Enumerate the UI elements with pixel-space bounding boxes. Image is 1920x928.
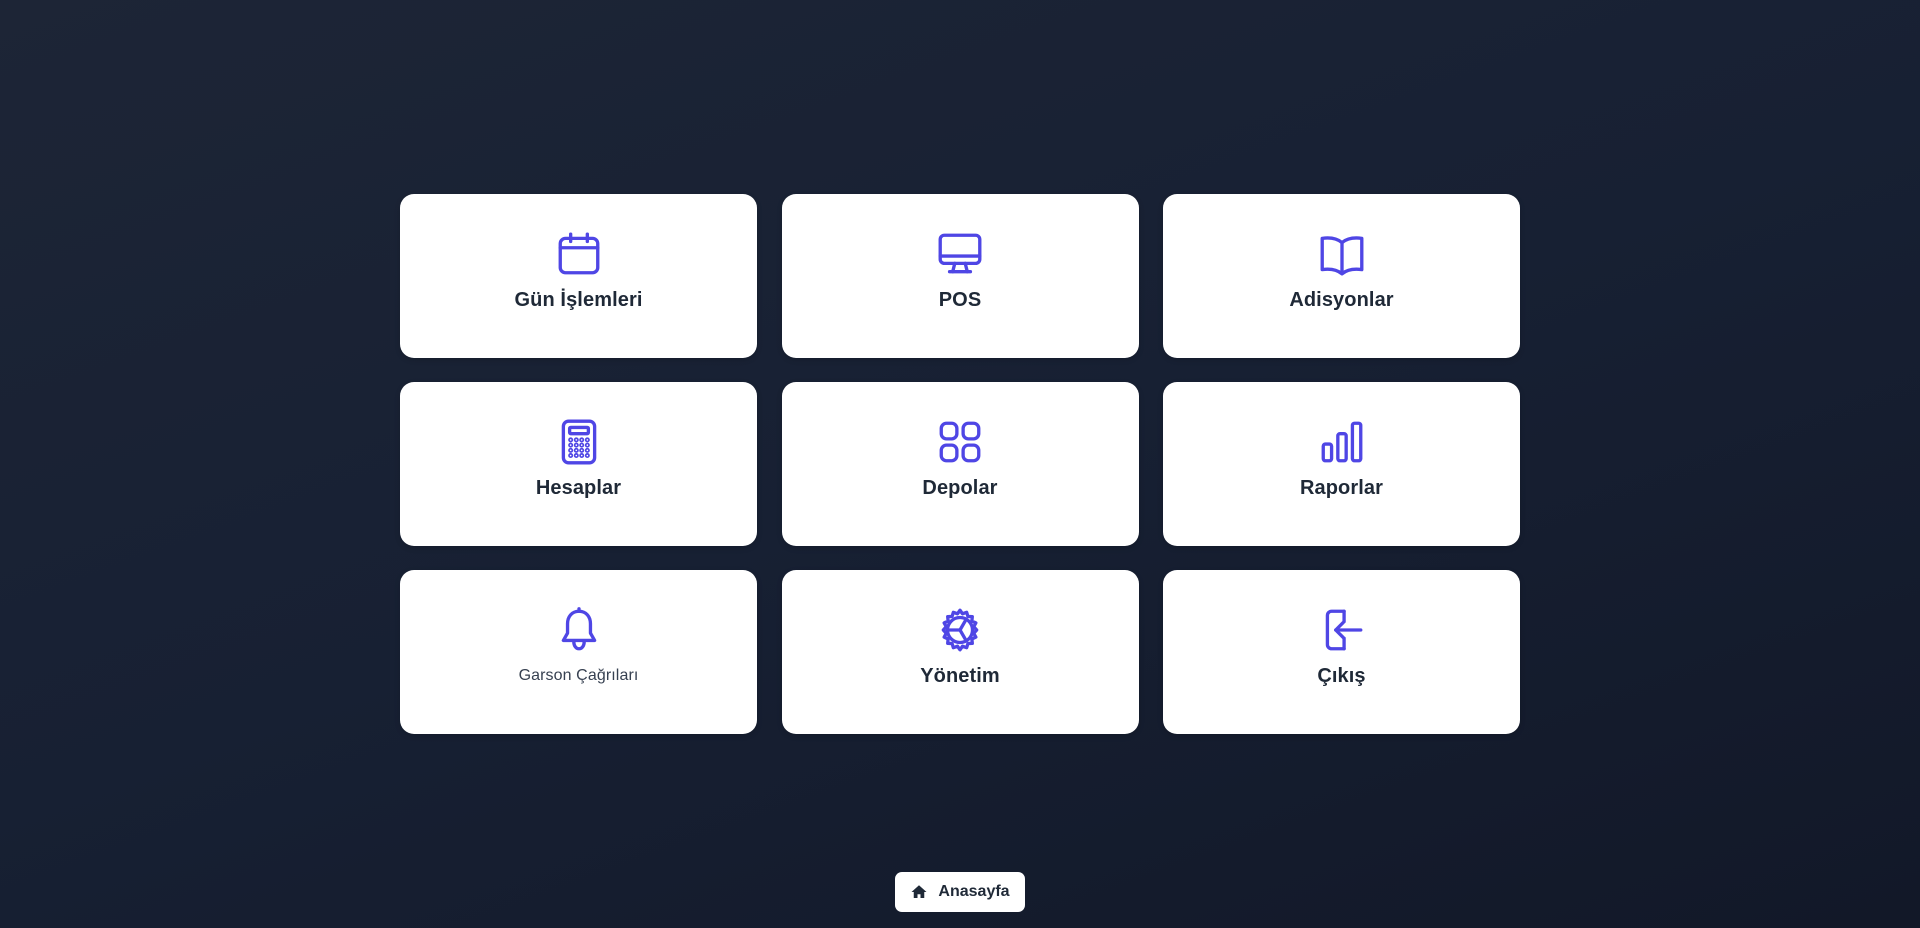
tile-label: Hesaplar	[535, 477, 622, 499]
logout-icon	[1317, 605, 1367, 655]
tile-label: Yönetim	[920, 665, 1000, 687]
home-button-label: Anasayfa	[938, 883, 1010, 900]
home-button[interactable]: Anasayfa	[895, 872, 1025, 912]
tile-label: Adisyonlar	[1289, 289, 1394, 311]
main-menu-grid: Gün İşlemleri POS Adisyonlar Hesaplar De…	[400, 194, 1520, 734]
tile-hesaplar[interactable]: Hesaplar	[400, 382, 757, 546]
tile-pos[interactable]: POS	[781, 194, 1139, 358]
tile-gun-islemleri[interactable]: Gün İşlemleri	[400, 194, 757, 358]
tile-label: Garson Çağrıları	[518, 667, 639, 684]
tile-adisyonlar[interactable]: Adisyonlar	[1163, 194, 1520, 358]
tile-raporlar[interactable]: Raporlar	[1163, 382, 1520, 546]
tile-yonetim[interactable]: Yönetim	[781, 570, 1139, 734]
home-icon	[911, 885, 927, 898]
tile-label: Depolar	[922, 477, 998, 499]
tile-cikis[interactable]: Çıkış	[1163, 570, 1520, 734]
tile-label: Çıkış	[1317, 665, 1366, 687]
calculator-icon	[554, 417, 604, 467]
tile-garson-cagrilari[interactable]: Garson Çağrıları	[400, 570, 757, 734]
book-open-icon	[1317, 229, 1367, 279]
monitor-icon	[935, 229, 985, 279]
settings-cog-icon	[935, 605, 985, 655]
bar-chart-icon	[1317, 417, 1367, 467]
grid-icon	[935, 417, 985, 467]
tile-label: Raporlar	[1299, 477, 1384, 499]
tile-depolar[interactable]: Depolar	[781, 382, 1139, 546]
tile-label: Gün İşlemleri	[514, 289, 643, 311]
calendar-icon	[554, 229, 604, 279]
tile-label: POS	[938, 289, 982, 311]
bell-icon	[554, 605, 604, 655]
